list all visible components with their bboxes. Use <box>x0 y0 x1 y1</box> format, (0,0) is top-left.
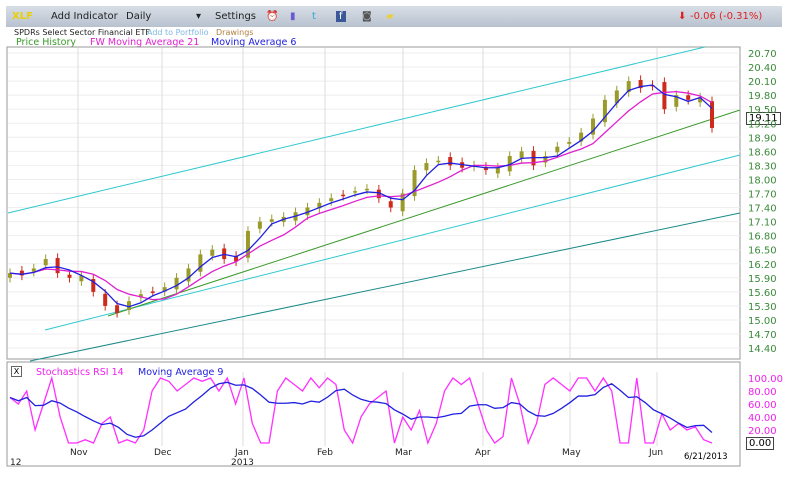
candle-body <box>198 254 203 272</box>
month-label: Dec <box>154 448 171 458</box>
candle-body <box>115 305 120 313</box>
stoch-rsi-line <box>9 375 713 446</box>
price-tick-label: 20.10 <box>748 77 777 88</box>
year-label: 2013 <box>231 458 254 468</box>
month-label: May <box>562 448 581 458</box>
candle-body <box>269 219 274 222</box>
price-tick-label: 18.90 <box>748 133 777 144</box>
candle-body <box>710 101 714 128</box>
candle-body <box>686 95 691 100</box>
candle-body <box>210 249 215 256</box>
price-tick-label: 19.50 <box>748 105 777 116</box>
year-label: 12 <box>10 458 21 468</box>
month-label: Feb <box>317 448 333 458</box>
month-label: Apr <box>475 448 491 458</box>
chart-window: XLF Add Indicator Daily ▾ Settings ⏰ ▮ t… <box>0 0 786 480</box>
price-tick-label: 14.40 <box>748 344 777 355</box>
price-tick-label: 19.80 <box>748 91 777 102</box>
candle-body <box>519 151 524 159</box>
candle-body <box>329 198 334 202</box>
rsi-panel-frame <box>6 361 741 467</box>
candle-body <box>364 188 369 191</box>
price-tick-label: 15.90 <box>748 274 777 285</box>
month-label: Jan <box>234 448 249 458</box>
price-tick-label: 19.20 <box>748 119 777 130</box>
rsi-ma9-line <box>9 381 713 438</box>
price-tick-label: 15.30 <box>748 302 777 313</box>
candle-body <box>67 274 72 278</box>
candle-body <box>662 82 667 110</box>
candle-body <box>567 141 572 144</box>
trend-line <box>107 109 741 317</box>
price-tick-label: 18.60 <box>748 147 777 158</box>
month-label: Nov <box>70 448 88 458</box>
price-tick-label: 17.10 <box>748 218 777 229</box>
candle-body <box>424 163 429 171</box>
month-label: Jun <box>648 448 663 458</box>
candle-body <box>103 293 108 306</box>
candle-body <box>174 277 179 290</box>
month-label: Mar <box>395 448 412 458</box>
candle-body <box>495 167 500 174</box>
candle-body <box>55 258 60 274</box>
price-tick-label: 16.50 <box>748 246 777 257</box>
candle-body <box>43 259 48 266</box>
candle-body <box>353 191 358 193</box>
price-tick-label: 18.30 <box>748 161 777 172</box>
price-tick-label: 15.60 <box>748 288 777 299</box>
price-tick-label: 17.40 <box>748 204 777 215</box>
chart-canvas[interactable]: 20.70 20.40 20.10 19.80 19.50 19.20 18.90 18.60… <box>0 0 786 480</box>
price-tick-label: 18.00 <box>748 175 777 186</box>
rsi-tick-label: 100.00 <box>748 374 783 385</box>
price-tick-label: 16.80 <box>748 232 777 243</box>
price-tick-label: 20.70 <box>748 49 777 60</box>
price-tick-label: 15.00 <box>748 316 777 327</box>
rsi-tick-label: 20.00 <box>748 426 777 437</box>
candle-body <box>341 194 346 197</box>
rsi-tick-label: 60.00 <box>748 400 777 411</box>
candle-body <box>436 160 441 163</box>
rsi-tick-label: 80.00 <box>748 387 777 398</box>
price-tick-label: 17.70 <box>748 190 777 201</box>
rsi-tick-label: 40.00 <box>748 413 777 424</box>
price-tick-label: 16.20 <box>748 260 777 271</box>
candle-body <box>448 157 453 166</box>
candle-body <box>555 146 560 153</box>
candle-body <box>150 291 155 293</box>
price-tick-label: 14.70 <box>748 330 777 341</box>
candle-body <box>388 201 393 208</box>
lower-channel-line <box>44 154 741 331</box>
upper-channel-line <box>7 46 706 214</box>
price-tick-label: 20.40 <box>748 63 777 74</box>
candle-body <box>257 221 262 229</box>
